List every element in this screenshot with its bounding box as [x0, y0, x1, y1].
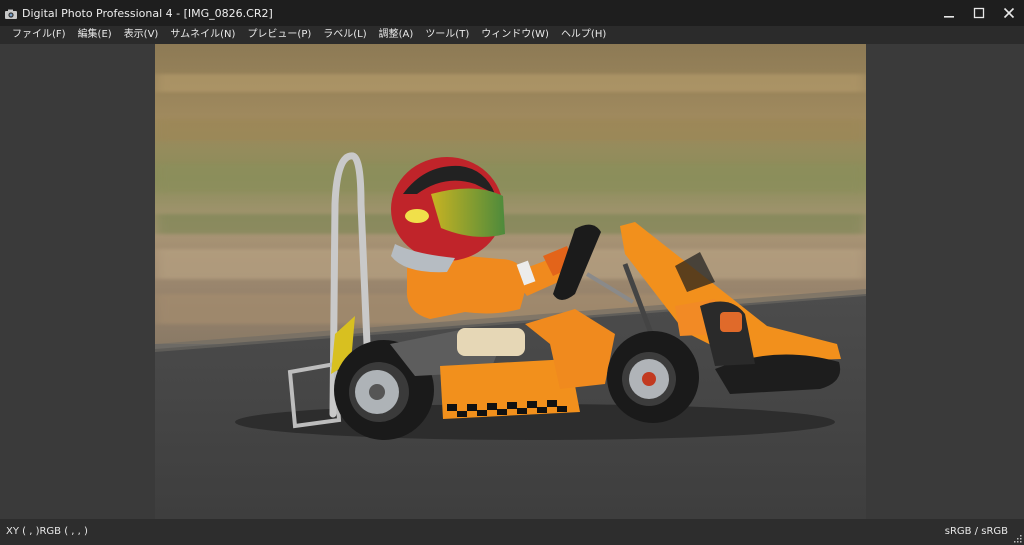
- window-title: Digital Photo Professional 4 - [IMG_0826…: [22, 6, 273, 20]
- camera-app-icon[interactable]: [4, 6, 18, 20]
- menu-adjust[interactable]: 調整(A): [373, 26, 420, 44]
- menu-label[interactable]: ラベル(L): [317, 26, 372, 44]
- menu-preview[interactable]: プレビュー(P): [241, 26, 317, 44]
- preview-image[interactable]: [155, 44, 866, 519]
- minimize-icon: [944, 16, 954, 18]
- menu-bar: ファイル(F) 編集(E) 表示(V) サムネイル(N) プレビュー(P) ラベ…: [0, 26, 1024, 44]
- kart-photo: [155, 44, 866, 519]
- minimize-button[interactable]: [934, 0, 964, 26]
- resize-grip-icon[interactable]: [1012, 533, 1022, 543]
- status-bar: XY ( , )RGB ( , , ) sRGB / sRGB: [0, 519, 1024, 545]
- menu-edit[interactable]: 編集(E): [72, 26, 118, 44]
- cursor-xy-rgb-readout: XY ( , )RGB ( , , ): [6, 526, 88, 537]
- color-space-readout: sRGB / sRGB: [944, 526, 1008, 537]
- menu-window[interactable]: ウィンドウ(W): [475, 26, 555, 44]
- menu-tools[interactable]: ツール(T): [419, 26, 475, 44]
- menu-thumbnail[interactable]: サムネイル(N): [164, 26, 241, 44]
- preview-area[interactable]: [0, 44, 1024, 519]
- close-button[interactable]: [994, 0, 1024, 26]
- close-icon: [1003, 7, 1015, 19]
- menu-view[interactable]: 表示(V): [118, 26, 165, 44]
- menu-file[interactable]: ファイル(F): [6, 26, 72, 44]
- window-controls: [934, 0, 1024, 26]
- maximize-icon: [973, 7, 985, 19]
- title-bar[interactable]: Digital Photo Professional 4 - [IMG_0826…: [0, 0, 1024, 26]
- app-window: Digital Photo Professional 4 - [IMG_0826…: [0, 0, 1024, 545]
- maximize-button[interactable]: [964, 0, 994, 26]
- menu-help[interactable]: ヘルプ(H): [555, 26, 612, 44]
